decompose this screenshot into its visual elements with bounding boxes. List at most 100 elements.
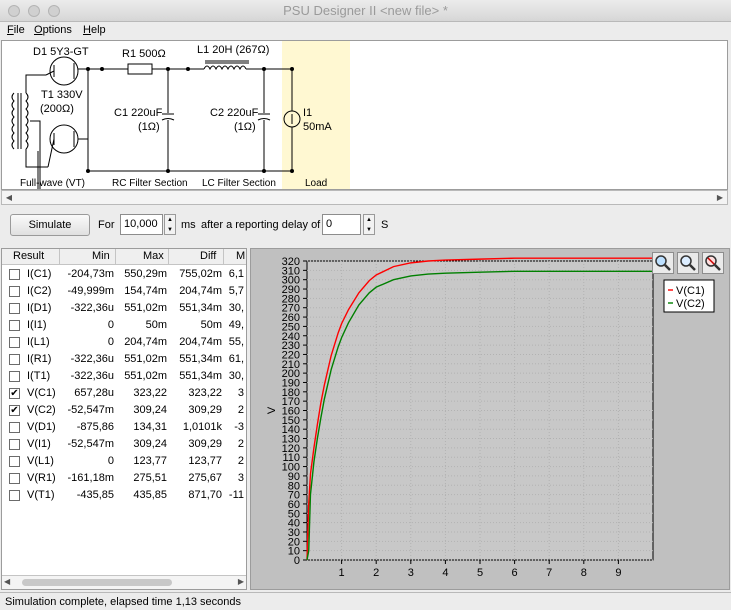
x-tick-label: 1 <box>339 567 345 579</box>
chevron-up-icon[interactable]: ▲ <box>165 215 175 225</box>
scroll-left-arrow-icon[interactable]: ◀ <box>2 191 16 204</box>
visibility-checkbox[interactable] <box>9 422 20 433</box>
table-row[interactable]: I(L1) 0 204,74m 204,74m 55, <box>2 334 246 351</box>
result-max: 550,29m <box>124 268 167 280</box>
schematic-diagram <box>11 56 301 189</box>
result-min: -322,36u <box>70 370 114 382</box>
result-name: I(I1) <box>27 319 47 331</box>
duration-stepper[interactable]: ▲ ▼ <box>164 214 176 235</box>
results-horizontal-scrollbar[interactable]: ◀ ▶ <box>2 575 246 589</box>
result-m: 61, <box>228 353 244 365</box>
result-m: 3 <box>237 387 244 399</box>
load-label: I1 <box>303 107 313 119</box>
result-max: 123,77 <box>133 455 167 467</box>
visibility-checkbox[interactable] <box>9 371 20 382</box>
zoom-reset-icon <box>705 255 721 271</box>
visibility-checkbox[interactable] <box>9 473 20 484</box>
result-max: 551,02m <box>124 370 167 382</box>
zoom-in-button[interactable] <box>652 252 674 274</box>
simulation-controls: Simulate For 10,000 ▲ ▼ ms after a report… <box>0 206 731 246</box>
visibility-checkbox[interactable] <box>9 337 20 348</box>
zoom-fit-button[interactable] <box>677 252 699 274</box>
col-separator <box>168 249 169 265</box>
table-row[interactable]: I(I1) 0 50m 50m 49, <box>2 317 246 334</box>
reporting-delay-stepper[interactable]: ▲ ▼ <box>363 214 375 235</box>
col-diff[interactable]: Diff <box>200 250 216 262</box>
table-row[interactable]: ✔ V(C2) -52,547m 309,24 309,29 2 <box>2 402 246 419</box>
c2-label: C2 220uF <box>210 107 259 119</box>
visibility-checkbox[interactable] <box>9 354 20 365</box>
r1-label: R1 500Ω <box>122 48 166 60</box>
legend-entry: V(C2) <box>676 298 705 310</box>
table-row[interactable]: V(L1) 0 123,77 123,77 2 <box>2 453 246 470</box>
visibility-checkbox[interactable]: ✔ <box>9 388 20 399</box>
visibility-checkbox[interactable]: ✔ <box>9 405 20 416</box>
table-row[interactable]: I(D1) -322,36u 551,02m 551,34m 30, <box>2 300 246 317</box>
result-name: V(C1) <box>27 387 56 399</box>
chevron-down-icon[interactable]: ▼ <box>165 225 175 235</box>
visibility-checkbox[interactable] <box>9 490 20 501</box>
visibility-checkbox[interactable] <box>9 286 20 297</box>
result-max: 551,02m <box>124 353 167 365</box>
results-table: Result Min Max Diff M I(C1) -204,73m 550,2… <box>1 248 247 590</box>
table-row[interactable]: V(I1) -52,547m 309,24 309,29 2 <box>2 436 246 453</box>
schematic-horizontal-scrollbar[interactable]: ◀ ▶ <box>1 190 728 205</box>
result-max: 134,31 <box>133 421 167 433</box>
chevron-down-icon[interactable]: ▼ <box>364 225 374 235</box>
rectifier-label: D1 5Y3-GT <box>33 46 89 58</box>
result-name: I(C2) <box>27 285 52 297</box>
menu-options[interactable]: Options <box>34 24 72 36</box>
simulate-button[interactable]: Simulate <box>10 214 90 236</box>
x-tick-label: 2 <box>373 567 379 579</box>
result-name: I(D1) <box>27 302 52 314</box>
visibility-checkbox[interactable] <box>9 439 20 450</box>
x-tick-label: 9 <box>615 567 621 579</box>
for-label: For <box>98 219 115 231</box>
reporting-delay-input[interactable]: 0 <box>322 214 361 235</box>
table-row[interactable]: I(C1) -204,73m 550,29m 755,02m 6,1 <box>2 266 246 283</box>
col-max[interactable]: Max <box>143 250 164 262</box>
zoom-reset-button[interactable] <box>702 252 724 274</box>
result-m: 3 <box>237 472 244 484</box>
scrollbar-thumb[interactable] <box>22 579 172 586</box>
table-row[interactable]: V(T1) -435,85 435,85 871,70 -11 <box>2 487 246 504</box>
chevron-up-icon[interactable]: ▲ <box>364 215 374 225</box>
result-m: 5,7 <box>228 285 244 297</box>
result-min: 0 <box>107 455 114 467</box>
visibility-checkbox[interactable] <box>9 303 20 314</box>
table-row[interactable]: I(R1) -322,36u 551,02m 551,34m 61, <box>2 351 246 368</box>
transformer-resistance-label: (200Ω) <box>40 103 74 115</box>
visibility-checkbox[interactable] <box>9 320 20 331</box>
duration-input[interactable]: 10,000 <box>120 214 163 235</box>
table-row[interactable]: ✔ V(C1) 657,28u 323,22 323,22 3 <box>2 385 246 402</box>
result-name: I(L1) <box>27 336 50 348</box>
table-row[interactable]: V(R1) -161,18m 275,51 275,67 3 <box>2 470 246 487</box>
c1-label: C1 220uF <box>114 107 163 119</box>
result-diff: 551,34m <box>179 353 222 365</box>
table-row[interactable]: I(C2) -49,999m 154,74m 204,74m 5,7 <box>2 283 246 300</box>
col-result[interactable]: Result <box>13 250 44 262</box>
col-separator <box>59 249 60 265</box>
scroll-right-arrow-icon[interactable]: ▶ <box>713 191 727 204</box>
scroll-right-arrow-icon[interactable]: ▶ <box>238 577 244 586</box>
menu-file[interactable]: File <box>7 24 25 36</box>
visibility-checkbox[interactable] <box>9 269 20 280</box>
visibility-checkbox[interactable] <box>9 456 20 467</box>
zoom-in-icon <box>655 255 671 271</box>
col-m[interactable]: M <box>236 250 245 262</box>
y-axis-label: V <box>266 406 278 414</box>
x-tick-label: 4 <box>442 567 448 579</box>
col-separator <box>223 249 224 265</box>
menu-help[interactable]: Help <box>83 24 106 36</box>
scroll-left-arrow-icon[interactable]: ◀ <box>4 577 10 586</box>
result-m: -11 <box>228 489 244 501</box>
result-m: 55, <box>228 336 244 348</box>
col-min[interactable]: Min <box>92 250 110 262</box>
table-row[interactable]: V(D1) -875,86 134,31 1,0101k -3 <box>2 419 246 436</box>
x-tick-label: 3 <box>408 567 414 579</box>
result-max: 323,22 <box>133 387 167 399</box>
results-table-header: Result Min Max Diff M <box>2 249 246 265</box>
title-bar: PSU Designer II <new file> * <box>0 0 731 22</box>
result-m: 30, <box>228 370 244 382</box>
table-row[interactable]: I(T1) -322,36u 551,02m 551,34m 30, <box>2 368 246 385</box>
